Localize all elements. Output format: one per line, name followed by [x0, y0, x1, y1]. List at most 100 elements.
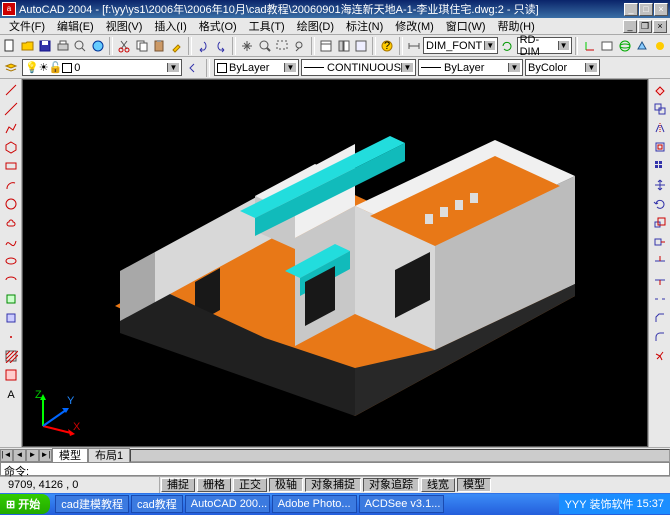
mirror-button[interactable] — [651, 119, 669, 137]
dropdown-icon[interactable]: ▼ — [401, 63, 413, 72]
explode-button[interactable] — [651, 347, 669, 365]
polygon-button[interactable] — [2, 138, 20, 156]
properties-button[interactable] — [318, 37, 335, 55]
maximize-button[interactable]: □ — [639, 3, 653, 16]
zoom-prev-button[interactable] — [291, 37, 308, 55]
menu-file[interactable]: 文件(F) — [3, 17, 51, 35]
move-button[interactable] — [651, 176, 669, 194]
dropdown-icon[interactable]: ▼ — [558, 41, 569, 50]
snap-toggle[interactable]: 捕捉 — [161, 478, 195, 492]
layer-manager-button[interactable] — [2, 59, 20, 77]
ortho-toggle[interactable]: 正交 — [233, 478, 267, 492]
dim-icon[interactable] — [406, 37, 423, 55]
view-button[interactable] — [599, 37, 616, 55]
tab-next-button[interactable]: ► — [26, 449, 39, 462]
erase-button[interactable] — [651, 81, 669, 99]
designcenter-button[interactable] — [335, 37, 352, 55]
array-button[interactable] — [651, 157, 669, 175]
region-button[interactable] — [2, 366, 20, 384]
tab-layout1[interactable]: 布局1 — [88, 448, 130, 462]
doc-restore-button[interactable]: ❐ — [638, 20, 652, 33]
help-button[interactable]: ? — [379, 37, 396, 55]
save-button[interactable] — [37, 37, 54, 55]
spline-button[interactable] — [2, 233, 20, 251]
linetype-combo[interactable]: CONTINUOUS▼ — [301, 59, 416, 76]
hatch-button[interactable] — [2, 347, 20, 365]
revcloud-button[interactable] — [2, 214, 20, 232]
osnap-toggle[interactable]: 对象捕捉 — [305, 478, 361, 492]
copyobj-button[interactable] — [651, 100, 669, 118]
fillet-button[interactable] — [651, 328, 669, 346]
tab-prev-button[interactable]: ◄ — [13, 449, 26, 462]
xline-button[interactable] — [2, 100, 20, 118]
paste-button[interactable] — [151, 37, 168, 55]
menu-modify[interactable]: 修改(M) — [389, 17, 440, 35]
model-toggle[interactable]: 模型 — [457, 478, 491, 492]
shade-button[interactable] — [634, 37, 651, 55]
doc-close-button[interactable]: × — [653, 20, 667, 33]
point-button[interactable] — [2, 328, 20, 346]
dropdown-icon[interactable]: ▼ — [484, 41, 495, 50]
break-button[interactable] — [651, 290, 669, 308]
dropdown-icon[interactable]: ▼ — [284, 63, 296, 72]
menu-edit[interactable]: 编辑(E) — [51, 17, 100, 35]
taskbar-item[interactable]: ACDSee v3.1... — [359, 495, 444, 513]
taskbar-item[interactable]: Adobe Photo... — [272, 495, 357, 513]
polar-toggle[interactable]: 极轴 — [269, 478, 303, 492]
open-button[interactable] — [20, 37, 37, 55]
undo-button[interactable] — [195, 37, 212, 55]
rectangle-button[interactable] — [2, 157, 20, 175]
toolpalettes-button[interactable] — [353, 37, 370, 55]
menu-draw[interactable]: 绘图(D) — [291, 17, 340, 35]
pline-button[interactable] — [2, 119, 20, 137]
menu-tools[interactable]: 工具(T) — [243, 17, 291, 35]
zoom-window-button[interactable] — [274, 37, 291, 55]
dimstyle-combo[interactable]: DIM_FONT▼ — [423, 37, 498, 54]
pan-button[interactable] — [239, 37, 256, 55]
otrack-toggle[interactable]: 对象追踪 — [363, 478, 419, 492]
ellipse-button[interactable] — [2, 252, 20, 270]
menu-format[interactable]: 格式(O) — [193, 17, 243, 35]
dropdown-icon[interactable]: ▼ — [508, 63, 520, 72]
lineweight-combo[interactable]: ByLayer▼ — [418, 59, 523, 76]
menu-dim[interactable]: 标注(N) — [340, 17, 389, 35]
layer-combo[interactable]: 💡 ☀ 🔓 0 ▼ — [22, 59, 182, 76]
lwt-toggle[interactable]: 线宽 — [421, 478, 455, 492]
menu-view[interactable]: 视图(V) — [100, 17, 149, 35]
matchprop-button[interactable] — [169, 37, 186, 55]
trim-button[interactable] — [651, 252, 669, 270]
render-button[interactable] — [652, 37, 669, 55]
command-line[interactable]: 命令: — [0, 462, 670, 476]
taskbar-item[interactable]: AutoCAD 200... — [185, 495, 270, 513]
zoom-realtime-button[interactable] — [256, 37, 273, 55]
3dorbit-button[interactable] — [616, 37, 633, 55]
tab-last-button[interactable]: ►| — [39, 449, 52, 462]
redo-button[interactable] — [212, 37, 229, 55]
cut-button[interactable] — [116, 37, 133, 55]
menu-insert[interactable]: 插入(I) — [148, 17, 192, 35]
system-tray[interactable]: YYY 装饰软件 15:37 — [559, 494, 670, 514]
rotate-button[interactable] — [651, 195, 669, 213]
text-button[interactable]: A — [2, 385, 20, 403]
line-button[interactable] — [2, 81, 20, 99]
doc-minimize-button[interactable]: _ — [623, 20, 637, 33]
grid-toggle[interactable]: 栅格 — [197, 478, 231, 492]
viewport[interactable]: Z X Y — [22, 79, 648, 447]
scale-button[interactable] — [651, 214, 669, 232]
tab-model[interactable]: 模型 — [52, 448, 88, 462]
new-button[interactable] — [2, 37, 19, 55]
menu-help[interactable]: 帮助(H) — [492, 17, 541, 35]
dropdown-icon[interactable]: ▼ — [167, 63, 179, 72]
stretch-button[interactable] — [651, 233, 669, 251]
plot-button[interactable] — [55, 37, 72, 55]
layer-prev-button[interactable] — [184, 59, 202, 77]
tab-first-button[interactable]: |◄ — [0, 449, 13, 462]
circle-button[interactable] — [2, 195, 20, 213]
dimtype-combo[interactable]: RD-DIM▼ — [517, 37, 572, 54]
ucs-icon-button[interactable] — [581, 37, 598, 55]
copy-button[interactable] — [134, 37, 151, 55]
dim-update-button[interactable] — [499, 37, 516, 55]
arc-button[interactable] — [2, 176, 20, 194]
block-button[interactable] — [2, 309, 20, 327]
ellipsearc-button[interactable] — [2, 271, 20, 289]
